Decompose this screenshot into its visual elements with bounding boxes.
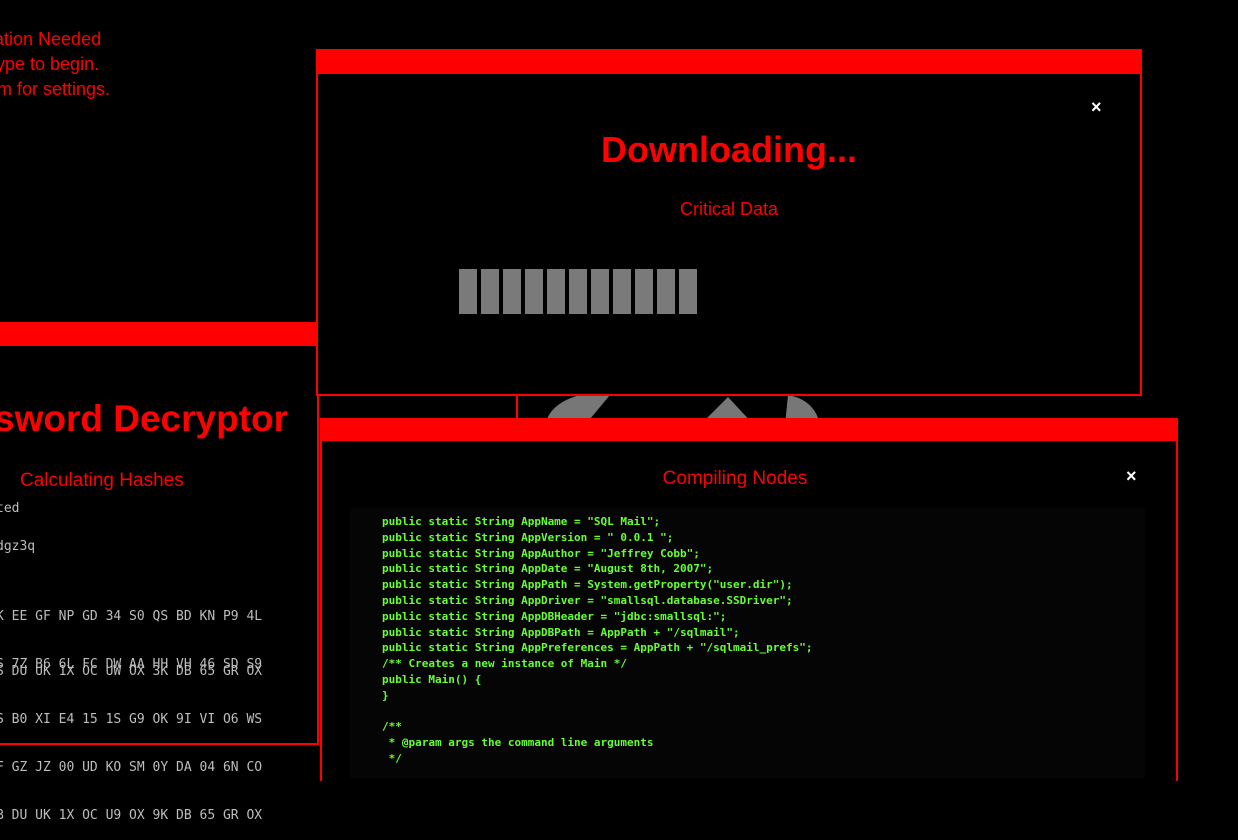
code-line: } bbox=[382, 688, 389, 702]
instruction-line: ype to begin. bbox=[0, 54, 100, 74]
code-line: public static String AppPath = System.ge… bbox=[382, 578, 793, 592]
progress-segment bbox=[613, 269, 631, 314]
progress-segment bbox=[481, 269, 499, 314]
code-line: public static String AppDBPath = AppPath… bbox=[382, 625, 740, 639]
code-line: /** bbox=[382, 720, 402, 734]
code-line: public Main() { bbox=[382, 672, 482, 686]
window-title-bar[interactable] bbox=[0, 322, 320, 346]
code-line: public static String AppDate = "August 8… bbox=[382, 562, 714, 576]
code-output-panel: public static String AppName = "SQL Mail… bbox=[350, 508, 1145, 778]
window-frame bbox=[316, 74, 1142, 396]
download-title: Downloading... bbox=[601, 129, 857, 170]
progress-segment bbox=[657, 269, 675, 314]
code-line: * @param args the command line arguments bbox=[382, 736, 654, 750]
code-line: */ bbox=[382, 751, 402, 765]
hash-block-2: S DU UK 1X OC UW OX 3K DB 65 GR OX S B0 … bbox=[0, 632, 262, 840]
downloading-window: × Downloading... Critical Data bbox=[316, 49, 1142, 396]
download-subtitle: Critical Data bbox=[679, 199, 779, 219]
background-instructions: ation Needed ype to begin. m for setting… bbox=[0, 27, 110, 102]
progress-segment bbox=[679, 269, 697, 314]
code-line: public static String AppVersion = " 0.0.… bbox=[382, 530, 674, 544]
code-line: public static String AppDriver = "smalls… bbox=[382, 593, 793, 607]
hash-row: S DU UK 1X OC UW OX 3K DB 65 GR OX bbox=[0, 664, 263, 679]
code-line: public static String AppPreferences = Ap… bbox=[382, 641, 813, 655]
compiling-window: × Compiling Nodes public static String A… bbox=[320, 418, 1178, 781]
window-title-bar[interactable] bbox=[320, 418, 1178, 441]
progress-segment bbox=[591, 269, 609, 314]
code-listing: public static String AppName = "SQL Mail… bbox=[382, 514, 812, 767]
instruction-line: m for settings. bbox=[0, 79, 111, 99]
password-decryptor-subtitle: Calculating Hashes bbox=[20, 470, 184, 491]
progress-segment bbox=[503, 269, 521, 314]
instruction-line: ation Needed bbox=[0, 29, 102, 49]
close-icon[interactable]: × bbox=[1091, 97, 1102, 118]
hash-row: S B0 XI E4 15 1S G9 OK 9I VI O6 WS bbox=[0, 712, 263, 727]
hash-row: F GZ JZ 00 UD KO SM 0Y DA 04 6N CO bbox=[0, 760, 263, 775]
download-progress-bar bbox=[459, 269, 697, 314]
progress-segment bbox=[635, 269, 653, 314]
progress-segment bbox=[569, 269, 587, 314]
code-line: public static String AppDBHeader = "jdbc… bbox=[382, 609, 727, 623]
progress-segment bbox=[525, 269, 543, 314]
code-line: /** Creates a new instance of Main */ bbox=[382, 657, 628, 671]
decryptor-status-line: ted bbox=[0, 501, 20, 516]
compile-title: Compiling Nodes bbox=[662, 468, 808, 489]
code-line: public static String AppName = "SQL Mail… bbox=[382, 515, 661, 528]
window-title-bar[interactable] bbox=[316, 49, 1142, 74]
code-line: public static String AppAuthor = "Jeffre… bbox=[382, 546, 700, 560]
hash-row: B DU UK 1X OC U9 OX 9K DB 65 GR OX bbox=[0, 808, 263, 823]
progress-segment bbox=[459, 269, 477, 314]
progress-segment bbox=[547, 269, 565, 314]
decryptor-hash-line: dgz3q bbox=[0, 539, 36, 554]
password-decryptor-title: sword Decryptor bbox=[0, 398, 289, 439]
hash-row: K EE GF NP GD 34 S0 QS BD KN P9 4L bbox=[0, 609, 263, 624]
